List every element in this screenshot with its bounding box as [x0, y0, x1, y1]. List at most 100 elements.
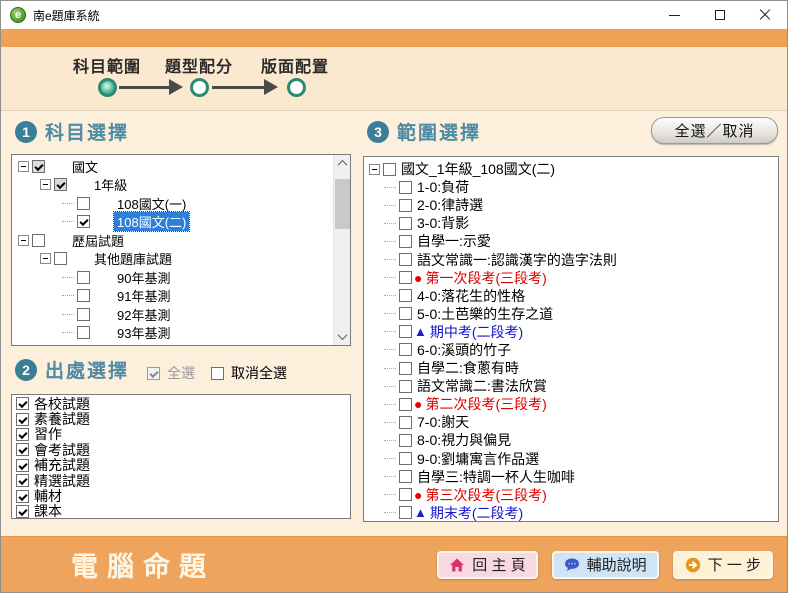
tree-label[interactable]: 第三次段考(三段考) [422, 485, 549, 505]
deselect-all-checkbox[interactable] [211, 367, 224, 380]
list-item[interactable]: 素養試題 [16, 411, 350, 426]
tree-label[interactable]: 語文常識二:書法欣賞 [414, 376, 550, 396]
list-item[interactable]: 課本 [16, 504, 350, 519]
tree-label[interactable]: 92年基測 [114, 305, 173, 324]
deselect-all-checkbox-group[interactable]: 取消全選 [211, 363, 287, 383]
tree-label[interactable]: 108國文(一) [114, 194, 189, 213]
tree-label[interactable]: 國文_1年級_108國文(二) [398, 159, 558, 179]
select-all-toggle-button[interactable]: 全選／取消 [651, 117, 778, 144]
tree-checkbox[interactable] [54, 252, 67, 265]
tree-checkbox[interactable] [77, 289, 90, 302]
tree-label[interactable]: 第二次段考(三段考) [422, 394, 549, 414]
source-checkbox[interactable] [16, 428, 29, 441]
source-checkbox[interactable] [16, 474, 29, 487]
tree-expander-icon[interactable] [18, 235, 29, 246]
help-button[interactable]: 輔助說明 [552, 551, 659, 579]
select-all-checkbox-group[interactable]: 全選 [147, 363, 195, 383]
minimize-button[interactable] [652, 1, 697, 29]
tree-checkbox[interactable] [77, 271, 90, 284]
tree-label[interactable]: 90年基測 [114, 268, 173, 287]
source-checkbox[interactable] [16, 397, 29, 410]
tree-label[interactable]: 2-0:律詩選 [414, 195, 486, 215]
tree-label[interactable]: 8-0:視力與偏見 [414, 430, 514, 450]
tree-label[interactable]: 自學一:示愛 [414, 231, 494, 251]
tree-expander-icon[interactable] [18, 161, 29, 172]
tree-connector [62, 203, 74, 204]
scrollbar-thumb[interactable] [335, 179, 350, 229]
tree-label[interactable]: 91年基測 [114, 286, 173, 305]
tree-checkbox[interactable] [399, 199, 412, 212]
tree-label[interactable]: 自學二:食蔥有時 [414, 358, 522, 378]
tree-checkbox[interactable] [399, 217, 412, 230]
tree-label[interactable]: 期末考(二段考) [427, 503, 526, 522]
tree-label[interactable]: 93年基測 [114, 323, 173, 342]
tree-checkbox[interactable] [399, 452, 412, 465]
tree-checkbox[interactable] [399, 325, 412, 338]
tree-label[interactable]: 1年級 [91, 175, 130, 194]
tree-checkbox[interactable] [399, 307, 412, 320]
tree-checkbox[interactable] [399, 343, 412, 356]
tree-label[interactable]: 語文常識一:認識漢字的造字法則 [414, 250, 620, 270]
tree-checkbox[interactable] [399, 398, 412, 411]
tree-label[interactable]: 期中考(二段考) [427, 322, 526, 342]
select-all-checkbox[interactable] [147, 367, 160, 380]
tree-checkbox[interactable] [32, 234, 45, 247]
maximize-button[interactable] [697, 1, 742, 29]
tree-label[interactable]: 3-0:背影 [414, 213, 472, 233]
tree-label[interactable]: 第一次段考(三段考) [422, 268, 549, 288]
close-button[interactable] [742, 1, 787, 29]
tree-label[interactable]: 歷屆試題 [69, 231, 127, 250]
scroll-up-button[interactable] [334, 155, 351, 172]
tree-checkbox[interactable] [399, 362, 412, 375]
tree-checkbox[interactable] [77, 308, 90, 321]
tree-checkbox[interactable] [399, 271, 412, 284]
section-3-badge: 3 [367, 121, 389, 143]
tree-checkbox[interactable] [77, 215, 90, 228]
tree-checkbox[interactable] [399, 488, 412, 501]
tree-label[interactable]: 1-0:負荷 [414, 177, 472, 197]
source-checkbox[interactable] [16, 459, 29, 472]
tree-checkbox[interactable] [399, 181, 412, 194]
tree-label[interactable]: 國文 [69, 157, 101, 176]
tree-label[interactable]: 其他題庫試題 [91, 249, 175, 268]
next-step-button[interactable]: 下 一 步 [673, 551, 773, 579]
tree-label[interactable]: 94年基測 [114, 342, 173, 345]
tree-label[interactable]: 9-0:劉墉寓言作品選 [414, 449, 542, 469]
source-checkbox[interactable] [16, 413, 29, 426]
tree-label[interactable]: 7-0:謝天 [414, 412, 472, 432]
tree-checkbox[interactable] [77, 326, 90, 339]
tree-checkbox[interactable] [399, 253, 412, 266]
tree-connector [384, 494, 396, 495]
tree-label[interactable]: 4-0:落花生的性格 [414, 286, 528, 306]
tree-checkbox[interactable] [399, 289, 412, 302]
subject-tree: 國文1年級108國文(一)108國文(二)歷屆試題其他題庫試題90年基測91年基… [12, 155, 333, 345]
subject-tree-scrollbar[interactable] [333, 155, 350, 345]
source-checkbox[interactable] [16, 443, 29, 456]
tree-checkbox[interactable] [399, 235, 412, 248]
tree-checkbox[interactable] [399, 380, 412, 393]
tree-checkbox[interactable] [32, 160, 45, 173]
tree-checkbox[interactable] [77, 197, 90, 210]
tree-checkbox[interactable] [399, 434, 412, 447]
tree-expander-icon[interactable] [40, 179, 51, 190]
tree-label[interactable]: 自學三:特調一杯人生咖啡 [414, 467, 578, 487]
tree-label[interactable]: 108國文(二) [114, 212, 189, 231]
tree-label[interactable]: 6-0:溪頭的竹子 [414, 340, 514, 360]
source-checkbox[interactable] [16, 505, 29, 518]
list-item[interactable]: 精選試題 [16, 473, 350, 488]
scroll-down-button[interactable] [334, 328, 351, 345]
tree-row: 自學二:食蔥有時 [364, 359, 778, 377]
tree-row: 90年基測 [12, 268, 333, 287]
source-checkbox[interactable] [16, 490, 29, 503]
tree-checkbox[interactable] [399, 470, 412, 483]
home-button[interactable]: 回 主 頁 [437, 551, 537, 579]
tree-checkbox[interactable] [399, 506, 412, 519]
tree-label[interactable]: 5-0:土芭樂的生存之道 [414, 304, 556, 324]
tree-checkbox[interactable] [399, 416, 412, 429]
tree-checkbox[interactable] [383, 163, 396, 176]
tree-expander-icon[interactable] [369, 164, 380, 175]
accent-strip [1, 29, 787, 47]
tree-expander-icon[interactable] [40, 253, 51, 264]
tree-connector [384, 313, 396, 314]
tree-checkbox[interactable] [54, 178, 67, 191]
